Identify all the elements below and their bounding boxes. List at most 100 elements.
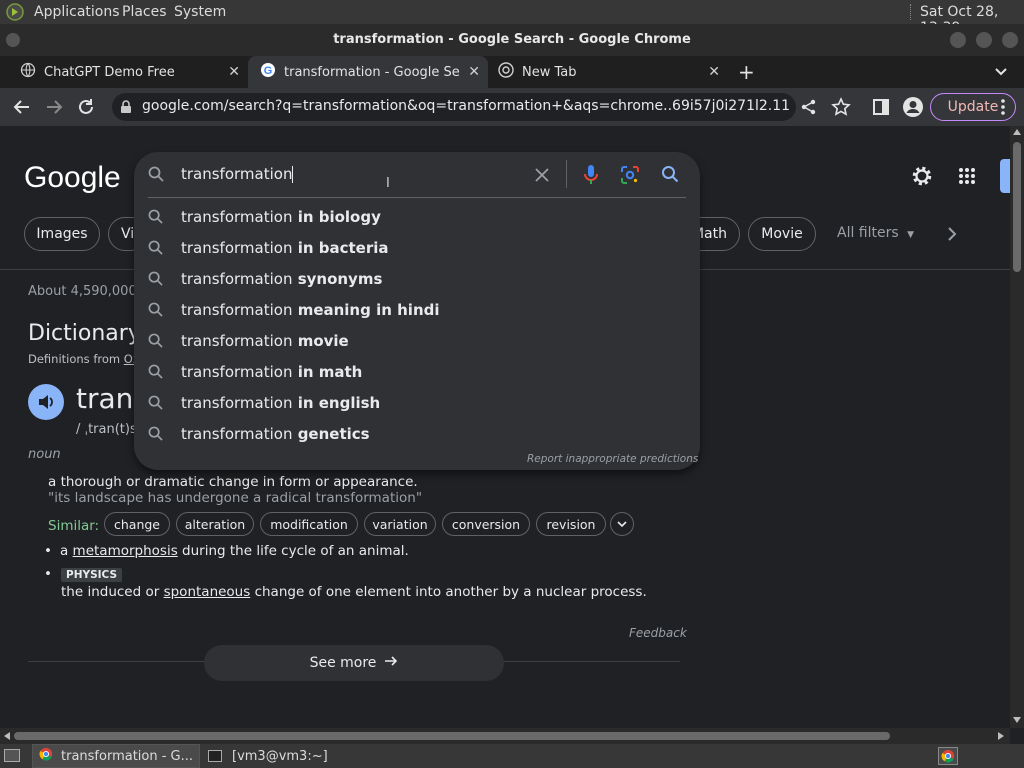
new-tab-plus-icon[interactable]: + bbox=[738, 60, 755, 84]
terminal-icon bbox=[208, 750, 222, 762]
google-apps-grid-icon[interactable] bbox=[958, 167, 976, 189]
google-lens-icon[interactable] bbox=[620, 165, 640, 189]
tab-search-chevron-icon[interactable] bbox=[994, 63, 1008, 82]
maximize-icon[interactable] bbox=[976, 32, 992, 48]
tab-new-tab[interactable]: New Tab ✕ bbox=[488, 56, 728, 88]
reload-icon[interactable] bbox=[76, 97, 96, 121]
all-filters-dropdown[interactable]: All filters ▼ bbox=[837, 225, 914, 241]
update-button[interactable]: Update bbox=[930, 93, 1016, 121]
suggestion-item[interactable]: transformation meaning in hindi bbox=[134, 295, 700, 326]
similar-chip[interactable]: alteration bbox=[176, 512, 254, 536]
similar-chip[interactable]: revision bbox=[536, 512, 606, 536]
search-submit-icon[interactable] bbox=[661, 165, 679, 187]
scroll-left-arrow-icon[interactable] bbox=[4, 732, 10, 740]
suggestion-item[interactable]: transformation synonyms bbox=[134, 264, 700, 295]
spontaneous-link[interactable]: spontaneous bbox=[164, 584, 251, 600]
report-predictions-link[interactable]: Report inappropriate predictions bbox=[527, 453, 698, 465]
account-indicator[interactable] bbox=[1000, 159, 1010, 193]
tab-chatgpt[interactable]: ChatGPT Demo Free ✕ bbox=[8, 56, 248, 88]
scroll-up-arrow-icon[interactable] bbox=[1013, 129, 1021, 135]
caret-down-icon: ▼ bbox=[907, 230, 915, 240]
similar-chip[interactable]: change bbox=[104, 512, 170, 536]
site-info-lock-icon[interactable] bbox=[120, 100, 132, 118]
tab-google-search[interactable]: G transformation - Google Search ✕ bbox=[248, 56, 488, 88]
side-panel-icon[interactable] bbox=[872, 98, 890, 120]
close-tab-icon[interactable]: ✕ bbox=[708, 64, 720, 80]
taskbar-item-terminal[interactable]: [vm3@vm3:~] bbox=[202, 744, 368, 768]
google-favicon-icon: G bbox=[260, 62, 276, 82]
suggestion-item[interactable]: transformation in math bbox=[134, 357, 700, 388]
forward-arrow-icon[interactable] bbox=[44, 97, 64, 121]
share-icon[interactable] bbox=[800, 98, 818, 120]
chip-movie[interactable]: Movie bbox=[748, 217, 816, 251]
svg-text:G: G bbox=[264, 65, 273, 77]
panel-handle bbox=[910, 4, 913, 20]
bullet-dot: • bbox=[44, 543, 52, 559]
suggestion-completion: in english bbox=[292, 394, 381, 412]
search-query-text: transformation bbox=[181, 165, 293, 183]
show-desktop-icon[interactable] bbox=[4, 749, 20, 762]
minimize-icon[interactable] bbox=[950, 32, 966, 48]
results-count: About 4,590,000 bbox=[28, 284, 137, 299]
similar-chip[interactable]: variation bbox=[364, 512, 436, 536]
similar-chip[interactable]: conversion bbox=[442, 512, 530, 536]
similar-expand-chevron-icon[interactable] bbox=[610, 512, 634, 536]
taskbar-item-label: transformation - G... bbox=[61, 748, 194, 764]
tab-strip: ChatGPT Demo Free ✕ G transformation - G… bbox=[0, 56, 1024, 88]
mouse-ibeam-cursor: I bbox=[386, 176, 390, 191]
physics-label: PHYSICS bbox=[61, 568, 123, 582]
chips-next-chevron-icon[interactable] bbox=[946, 226, 958, 246]
address-bar[interactable]: google.com/search?q=transformation&oq=tr… bbox=[112, 93, 796, 121]
suggestion-item[interactable]: transformation genetics bbox=[134, 419, 700, 450]
tray-chrome-icon[interactable] bbox=[938, 747, 958, 765]
vertical-scrollbar[interactable] bbox=[1010, 126, 1024, 728]
dictionary-heading: Dictionary bbox=[28, 321, 141, 346]
clear-search-icon[interactable] bbox=[534, 167, 550, 187]
scroll-down-arrow-icon[interactable] bbox=[1013, 717, 1021, 723]
bullet-dot: • bbox=[44, 566, 52, 582]
see-more-button[interactable]: See more bbox=[204, 645, 504, 681]
chip-images[interactable]: Images bbox=[24, 217, 100, 251]
bookmark-star-icon[interactable] bbox=[831, 97, 851, 121]
back-arrow-icon[interactable] bbox=[12, 97, 32, 121]
globe-icon bbox=[20, 62, 36, 82]
suggestion-item[interactable]: transformation in english bbox=[134, 388, 700, 419]
suggestion-search-icon bbox=[148, 209, 163, 228]
gnome-foot-icon[interactable] bbox=[6, 3, 24, 25]
close-tab-icon[interactable]: ✕ bbox=[228, 64, 240, 80]
taskbar-item-chrome[interactable]: transformation - G... bbox=[32, 744, 200, 768]
search-suggest-divider bbox=[148, 197, 686, 198]
profile-avatar-icon[interactable] bbox=[902, 96, 924, 122]
horizontal-scrollbar[interactable] bbox=[0, 728, 1010, 744]
settings-gear-icon[interactable] bbox=[910, 164, 934, 192]
definition-1: a thorough or dramatic change in form or… bbox=[48, 474, 418, 490]
menu-applications[interactable]: Applications bbox=[34, 4, 120, 20]
search-suggestions-dropdown: transformation I transformation in biolo… bbox=[134, 152, 700, 470]
suggestion-item[interactable]: transformation in bacteria bbox=[134, 233, 700, 264]
scroll-thumb[interactable] bbox=[1013, 142, 1021, 272]
close-window-icon[interactable] bbox=[1002, 32, 1018, 48]
feedback-link[interactable]: Feedback bbox=[629, 626, 687, 640]
voice-search-mic-icon[interactable] bbox=[583, 164, 599, 190]
metamorphosis-link[interactable]: metamorphosis bbox=[73, 543, 178, 559]
google-logo[interactable]: Google bbox=[24, 161, 121, 195]
scroll-right-arrow-icon[interactable] bbox=[998, 732, 1004, 740]
suggestion-search-icon bbox=[148, 395, 163, 414]
suggestion-prefix: transformation bbox=[181, 301, 293, 319]
suggestion-prefix: transformation bbox=[181, 239, 293, 257]
menu-places[interactable]: Places bbox=[122, 4, 167, 20]
all-filters-label: All filters bbox=[837, 225, 899, 241]
suggestion-item[interactable]: transformation in biology bbox=[134, 202, 700, 233]
suggestion-item[interactable]: transformation movie bbox=[134, 326, 700, 357]
close-tab-icon[interactable]: ✕ bbox=[468, 64, 480, 80]
similar-chip[interactable]: modification bbox=[260, 512, 358, 536]
suggestion-prefix: transformation bbox=[181, 270, 293, 288]
window-title: transformation - Google Search - Google … bbox=[333, 32, 691, 47]
menu-system[interactable]: System bbox=[174, 4, 226, 20]
search-magnifier-icon bbox=[148, 166, 164, 186]
scroll-thumb[interactable] bbox=[14, 732, 890, 740]
taskbar-item-label: [vm3@vm3:~] bbox=[232, 748, 328, 764]
search-input[interactable]: transformation bbox=[181, 165, 521, 183]
pronunciation-speaker-button[interactable] bbox=[28, 384, 64, 420]
window-titlebar[interactable]: transformation - Google Search - Google … bbox=[0, 24, 1024, 56]
